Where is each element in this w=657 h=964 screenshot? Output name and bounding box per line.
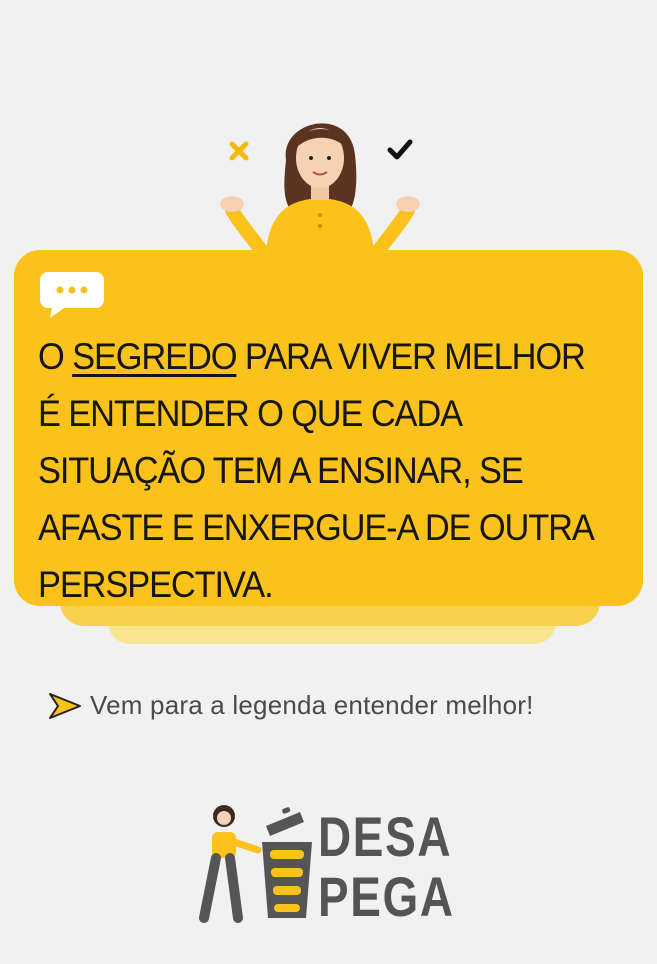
check-icon xyxy=(387,139,413,160)
logo-mascot xyxy=(199,805,312,923)
arrow-right-icon xyxy=(49,692,81,719)
quote-card: O SEGREDO PARA VIVER MELHOR É ENTENDER O… xyxy=(14,250,643,606)
logo-line-1: DESA xyxy=(318,805,453,868)
desapega-logo: DESA PEGA xyxy=(196,798,466,928)
quote-highlight: SEGREDO xyxy=(72,336,237,377)
quote-part-1: O xyxy=(38,336,73,377)
trash-bin-icon xyxy=(262,807,312,918)
logo-line-2: PEGA xyxy=(318,865,455,928)
cross-icon xyxy=(229,141,249,161)
cta-row: Vem para a legenda entender melhor! xyxy=(48,690,534,721)
chat-bubble-icon xyxy=(40,272,104,318)
cta-text: Vem para a legenda entender melhor! xyxy=(90,690,534,720)
quote-text: O SEGREDO PARA VIVER MELHOR É ENTENDER O… xyxy=(38,328,596,613)
woman-illustration xyxy=(220,123,420,260)
